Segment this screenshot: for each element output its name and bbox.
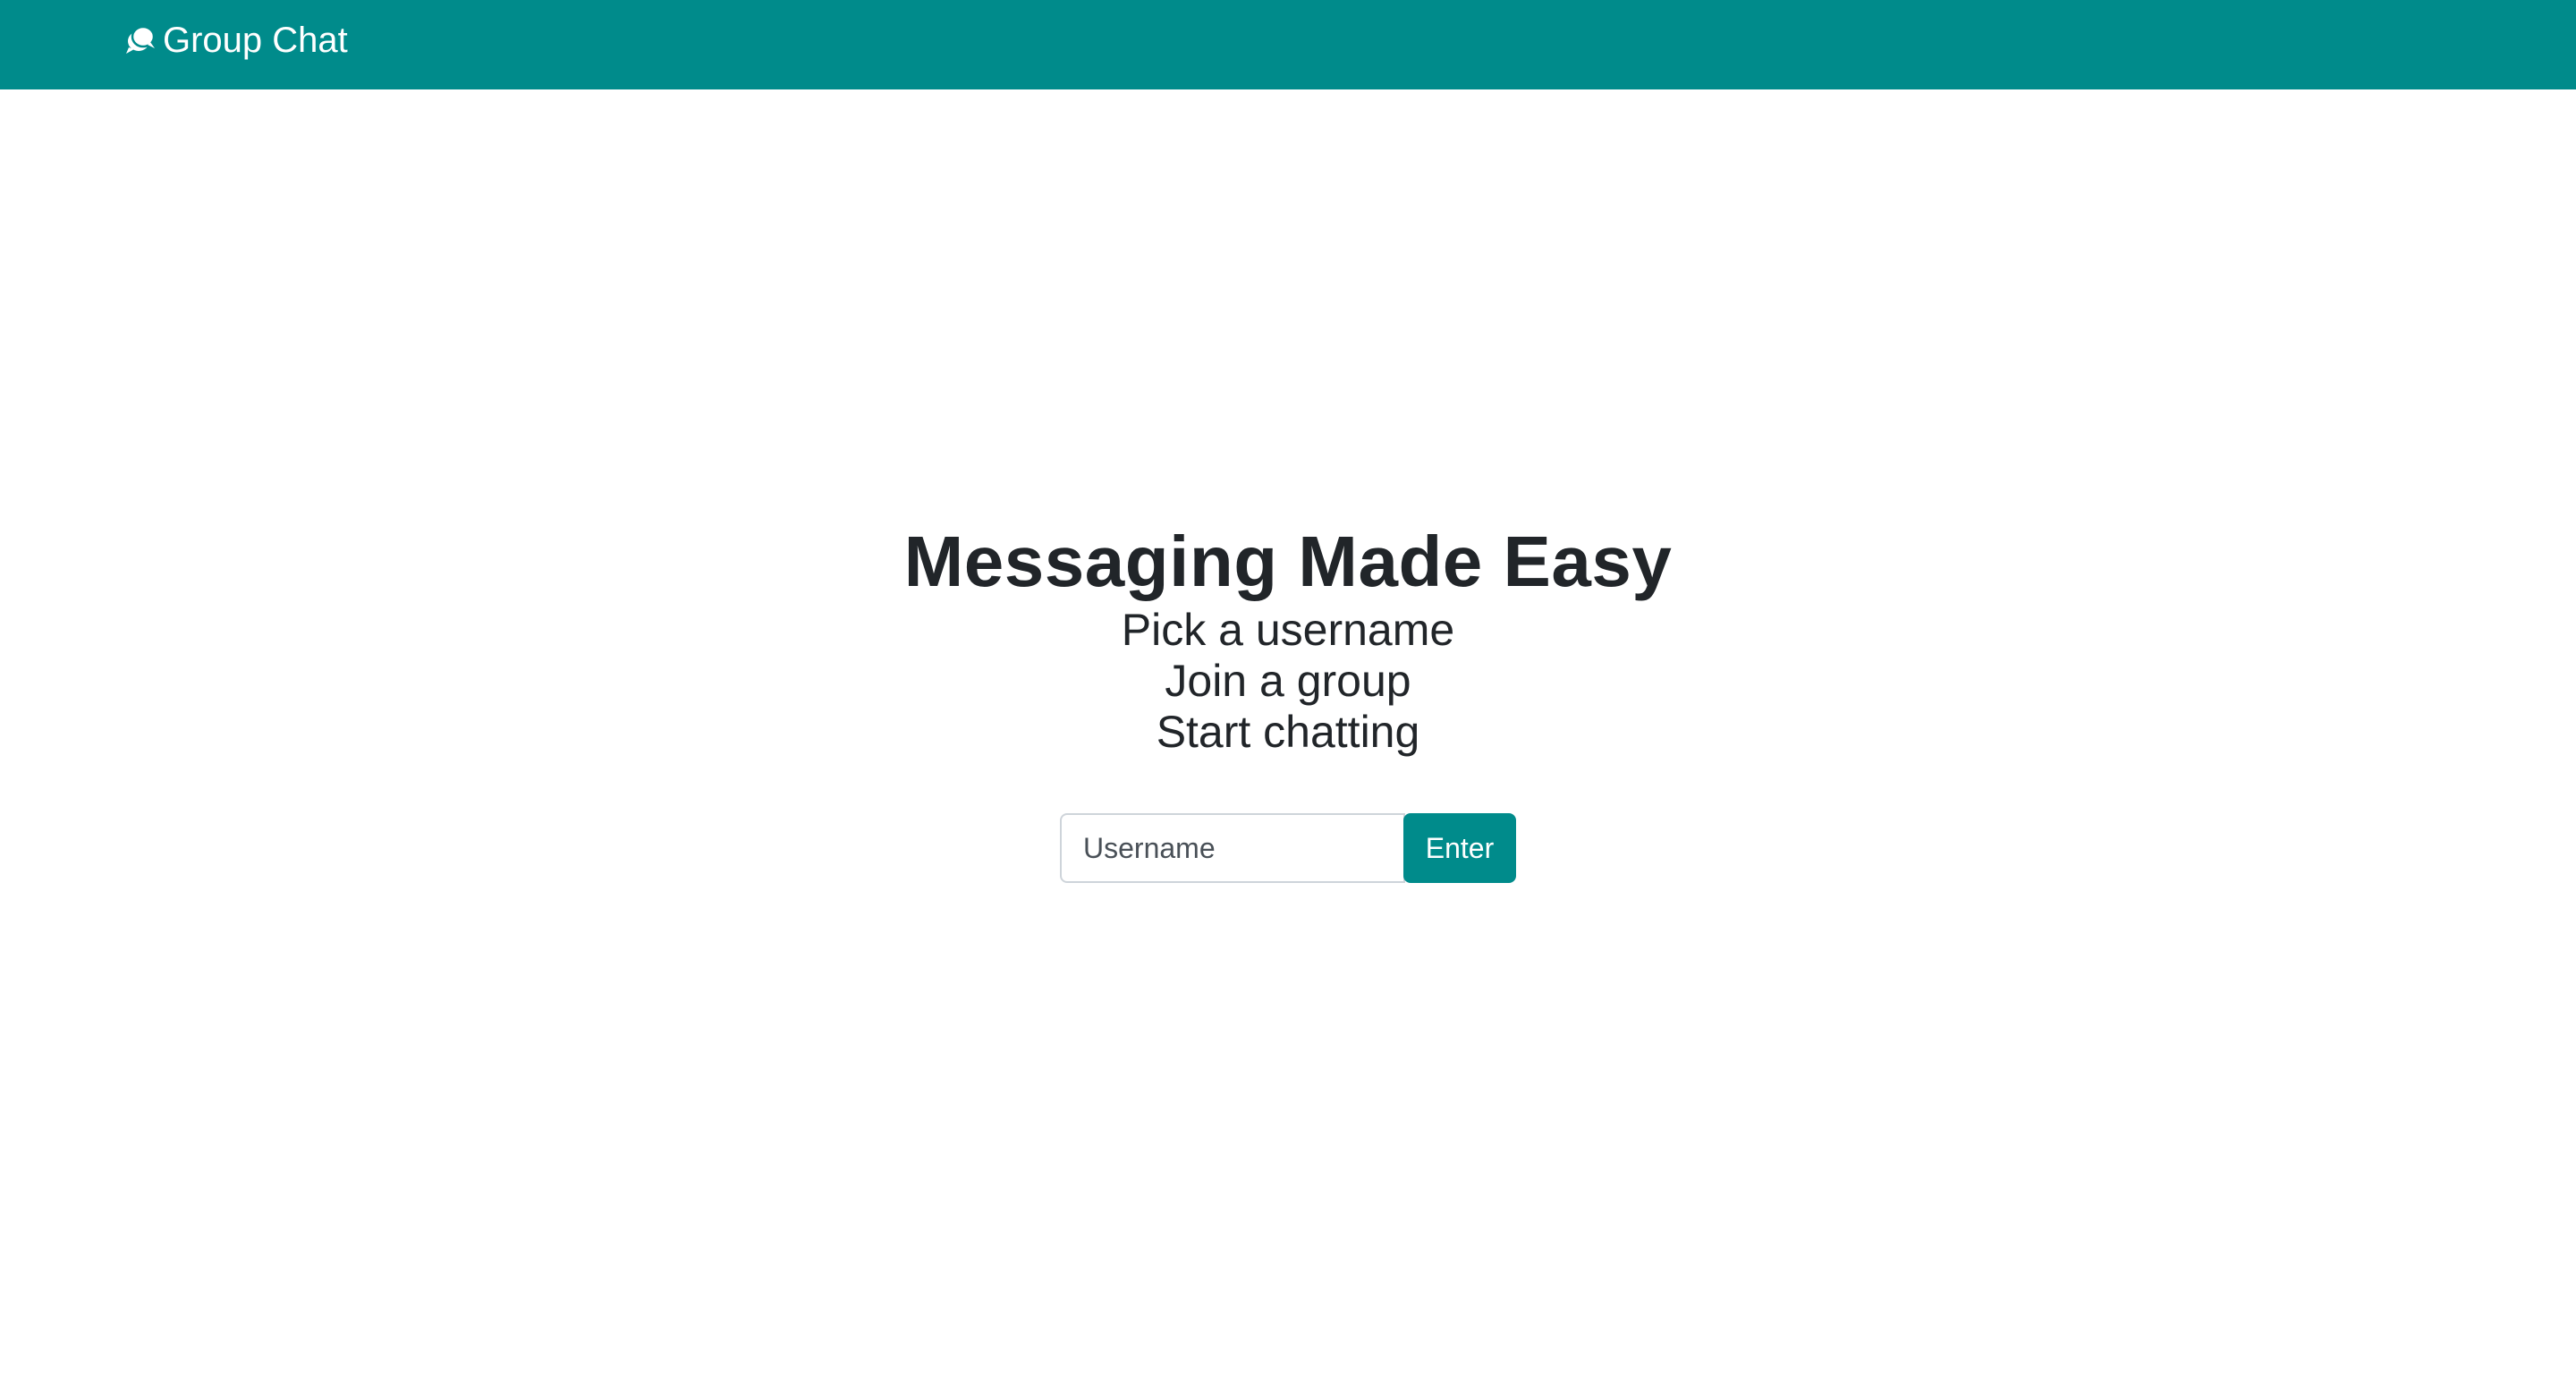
username-input[interactable] (1060, 813, 1405, 883)
tagline-pick-username: Pick a username (1121, 605, 1455, 655)
tagline-start-chatting: Start chatting (1156, 707, 1420, 757)
page-title: Messaging Made Easy (903, 522, 1673, 601)
tagline-list: Pick a username Join a group Start chatt… (1122, 605, 1454, 758)
enter-button[interactable]: Enter (1403, 813, 1516, 883)
top-navbar: Group Chat (0, 0, 2576, 89)
tagline-join-group: Join a group (1165, 656, 1411, 706)
brand-title: Group Chat (163, 21, 348, 60)
login-form: Enter (1060, 813, 1516, 883)
brand-link[interactable]: Group Chat (123, 18, 348, 63)
hero-section: Messaging Made Easy Pick a username Join… (0, 519, 2576, 883)
chat-bubbles-icon (123, 24, 157, 56)
